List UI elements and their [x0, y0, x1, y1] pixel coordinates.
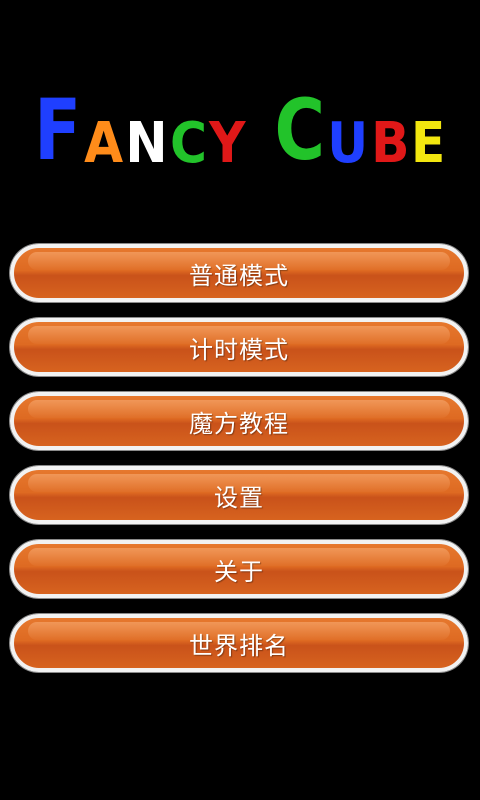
menu-button-label: 魔方教程	[189, 409, 289, 438]
settings-button[interactable]: 设置	[10, 466, 468, 524]
logo-letter: U	[327, 111, 369, 176]
logo-letter: C	[169, 111, 207, 176]
logo-letter: C	[274, 81, 325, 179]
main-menu: 普通模式 计时模式 魔方教程 设置 关于 世界排名	[10, 244, 468, 688]
normal-mode-button[interactable]: 普通模式	[10, 244, 468, 302]
timed-mode-button[interactable]: 计时模式	[10, 318, 468, 376]
logo-letter: Y	[209, 111, 246, 176]
logo-letter: N	[125, 111, 168, 176]
logo-word-fancy: F A N C Y	[33, 88, 246, 172]
cube-tutorial-button[interactable]: 魔方教程	[10, 392, 468, 450]
menu-button-label: 关于	[214, 557, 264, 586]
about-button[interactable]: 关于	[10, 540, 468, 598]
menu-button-label: 设置	[214, 483, 264, 512]
app-logo: F A N C Y C U B E	[30, 88, 450, 172]
logo-letter: F	[34, 81, 82, 179]
menu-button-label: 计时模式	[189, 335, 289, 364]
logo-letter: B	[370, 111, 410, 176]
logo-letter: A	[83, 111, 123, 176]
logo-letter: E	[411, 111, 446, 176]
world-ranking-button[interactable]: 世界排名	[10, 614, 468, 672]
menu-button-label: 普通模式	[189, 261, 289, 290]
logo-word-cube: C U B E	[273, 88, 447, 172]
menu-button-label: 世界排名	[189, 631, 289, 660]
